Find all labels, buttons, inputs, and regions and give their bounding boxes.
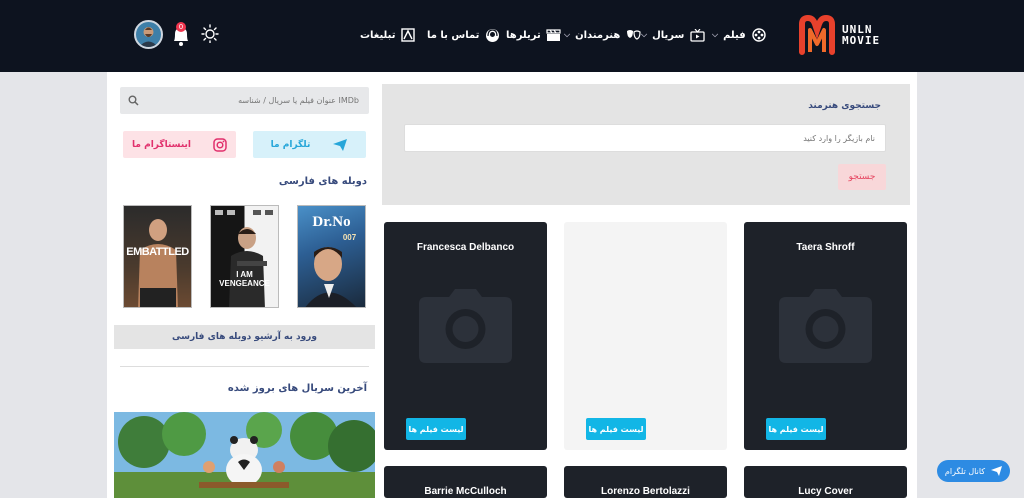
artist-card[interactable]: Barrie McCulloch: [384, 466, 547, 498]
sidebar-divider: [120, 366, 369, 367]
artist-name: Francesca Delbanco: [416, 242, 515, 253]
artist-card[interactable]: Francesca Delbanco لیست فیلم ها: [384, 222, 547, 450]
chevron-down-icon: ⌵: [712, 30, 719, 39]
chevron-down-icon: ⌵: [564, 30, 571, 39]
artist-name: Lucy Cover: [798, 486, 853, 497]
top-header: UNLN MOVIE ⌵ فیلم ⌵ سریال ⌵ هنرمندان تری…: [0, 0, 1024, 72]
poster-art: [305, 247, 356, 307]
search-icon[interactable]: [128, 95, 139, 106]
nav-item-film[interactable]: ⌵ فیلم: [712, 27, 767, 43]
series-artwork: [114, 412, 375, 498]
nav-item-series[interactable]: ⌵ سریال: [641, 27, 705, 43]
camera-placeholder-icon: [419, 289, 512, 363]
main-content: جستجوی هنرمند جستجو Taera Shroff لیست فی…: [382, 72, 917, 498]
instagram-button[interactable]: اینستاگرام ما: [123, 131, 236, 158]
artist-card[interactable]: Lucy Cover: [744, 466, 907, 498]
film-reel-icon: [751, 27, 767, 43]
artist-search-input[interactable]: [405, 125, 885, 151]
telegram-label: تلگرام ما: [270, 139, 311, 150]
camera-placeholder-icon: [779, 289, 872, 363]
poster-embattled[interactable]: EMBATTLED: [123, 205, 192, 308]
film-list-button[interactable]: لیست فیلم ها: [406, 418, 466, 440]
nav-item-artists[interactable]: ⌵ هنرمندان: [564, 27, 641, 43]
artist-card[interactable]: لیست فیلم ها: [564, 222, 727, 450]
artist-search-panel: جستجوی هنرمند جستجو: [382, 84, 910, 205]
movie-search-input[interactable]: [120, 87, 369, 114]
nav-label-artists: هنرمندان: [575, 29, 621, 41]
telegram-button[interactable]: تلگرام ما: [253, 131, 366, 158]
latest-series-thumbnail[interactable]: [114, 412, 375, 498]
send-plane-icon: [991, 466, 1003, 476]
instagram-label: اینستاگرام ما: [132, 139, 191, 150]
dubbed-archive-button[interactable]: ورود به آرشیو دوبله های فارسی: [114, 325, 375, 349]
dubbed-section-title: دوبله های فارسی: [278, 176, 367, 187]
chevron-down-icon: ⌵: [641, 30, 648, 39]
poster-i-am-vengeance[interactable]: I AM VENGEANCE: [210, 205, 279, 308]
artist-card[interactable]: Lorenzo Bertolazzi: [564, 466, 727, 498]
nav-label-series: سریال: [652, 29, 685, 41]
artist-search-title: جستجوی هنرمند: [808, 101, 881, 111]
artist-search-button[interactable]: جستجو: [838, 164, 886, 190]
artist-search-field[interactable]: [404, 124, 886, 152]
left-sidebar: تلگرام ما اینستاگرام ما دوبله های فارسی …: [107, 72, 382, 498]
artist-name: Barrie McCulloch: [424, 486, 507, 497]
masks-icon: [625, 27, 641, 43]
user-avatar[interactable]: [134, 20, 163, 49]
poster-title: EMBATTLED: [126, 246, 189, 258]
artist-card[interactable]: Taera Shroff لیست فیلم ها: [744, 222, 907, 450]
telegram-channel-label: کانال تلگرام: [944, 466, 986, 476]
telegram-channel-button[interactable]: کانال تلگرام: [937, 460, 1010, 482]
film-list-button[interactable]: لیست فیلم ها: [766, 418, 826, 440]
poster-dr-no[interactable]: Dr.No 007: [297, 205, 366, 308]
poster-title: I AM VENGEANCE: [219, 270, 270, 288]
theme-toggle-sun-icon[interactable]: [200, 23, 220, 43]
notification-count-badge: 0: [176, 22, 186, 32]
ads-icon: [400, 27, 416, 43]
nav-label-film: فیلم: [723, 29, 746, 41]
nav-label-contact: تماس با ما: [427, 29, 480, 41]
movie-search-box[interactable]: [120, 87, 369, 114]
nav-item-contact[interactable]: تماس با ما: [427, 27, 500, 43]
clapperboard-icon: [546, 27, 562, 43]
nav-label-ads: تبلیغات: [360, 29, 396, 41]
tv-icon: [689, 27, 705, 43]
send-plane-icon: [333, 138, 348, 151]
nav-label-trailers: تریلرها: [506, 29, 541, 41]
poster-art: [215, 210, 273, 307]
latest-series-title: آخرین سریال های بروز شده: [227, 383, 367, 394]
nav-item-trailers[interactable]: تریلرها: [506, 27, 562, 43]
support-icon: [484, 27, 500, 43]
film-list-button[interactable]: لیست فیلم ها: [586, 418, 646, 440]
instagram-icon: [213, 137, 227, 152]
artist-name: Lorenzo Bertolazzi: [601, 486, 690, 497]
nav-item-ads[interactable]: تبلیغات: [360, 27, 416, 43]
artist-name: Taera Shroff: [796, 242, 855, 253]
